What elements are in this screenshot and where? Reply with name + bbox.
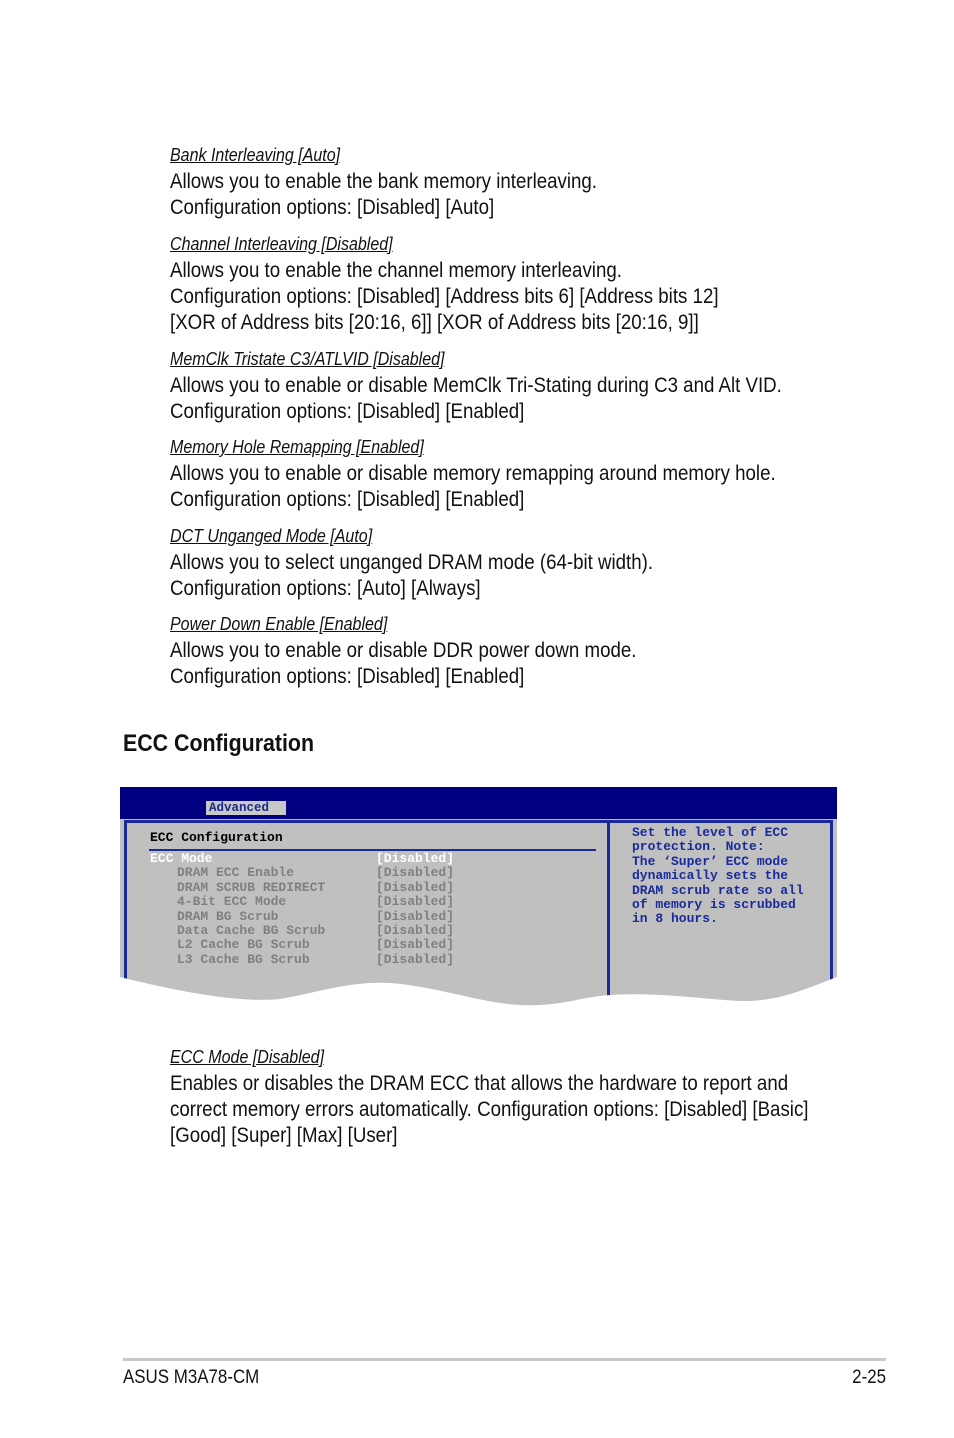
bios-item-value[interactable]: [Disabled]: [376, 909, 454, 924]
section-heading: DCT Unganged Mode [Auto]: [170, 526, 373, 546]
description-line: Allows you to enable or disable memory r…: [170, 462, 776, 485]
section-heading: Channel Interleaving [Disabled]: [170, 234, 393, 254]
section-memclk-tristate: MemClk Tristate C3/ATLVID [Disabled] All…: [170, 347, 782, 425]
footer-divider: [123, 1358, 886, 1361]
bios-item-value[interactable]: [Disabled]: [376, 851, 454, 866]
description-line: Allows you to select unganged DRAM mode …: [170, 551, 654, 574]
bios-item-label[interactable]: Data Cache BG Scrub: [177, 923, 325, 938]
description-line: Allows you to enable the bank memory int…: [170, 170, 597, 193]
description-line: correct memory errors automatically. Con…: [170, 1098, 809, 1121]
description-line: Enables or disables the DRAM ECC that al…: [170, 1072, 789, 1095]
section-heading: ECC Mode [Disabled]: [170, 1047, 325, 1067]
options-line: Configuration options: [Auto] [Always]: [170, 577, 481, 600]
options-line: [XOR of Address bits [20:16, 6]] [XOR of…: [170, 311, 699, 334]
bios-item-value[interactable]: [Disabled]: [376, 865, 454, 880]
section-power-down: Power Down Enable [Enabled] Allows you t…: [170, 612, 636, 690]
options-line: Configuration options: [Disabled] [Enabl…: [170, 665, 525, 688]
bios-item-label[interactable]: DRAM ECC Enable: [177, 865, 294, 880]
bios-screenshot: Advanced ECC Configuration ECC Mode [Disa…: [120, 787, 837, 1009]
options-line: Configuration options: [Disabled] [Enabl…: [170, 400, 525, 423]
section-heading: MemClk Tristate C3/ATLVID [Disabled]: [170, 349, 445, 369]
description-line: Allows you to enable the channel memory …: [170, 259, 622, 282]
footer-page-number: 2-25: [852, 1367, 886, 1388]
bios-item-label[interactable]: 4-Bit ECC Mode: [177, 894, 286, 909]
options-line: Configuration options: [Disabled] [Enabl…: [170, 488, 525, 511]
bios-item-label[interactable]: L2 Cache BG Scrub: [177, 937, 310, 952]
bios-item-label[interactable]: DRAM BG Scrub: [177, 909, 278, 924]
options-line: Configuration options: [Disabled] [Addre…: [170, 285, 719, 308]
bios-panel-title: ECC Configuration: [150, 830, 283, 845]
bios-item-label[interactable]: L3 Cache BG Scrub: [177, 952, 310, 967]
bios-item-value[interactable]: [Disabled]: [376, 880, 454, 895]
section-heading: Power Down Enable [Enabled]: [170, 614, 388, 634]
section-bank-interleaving: Bank Interleaving [Auto] Allows you to e…: [170, 143, 597, 221]
ecc-configuration-title: ECC Configuration: [123, 730, 315, 757]
section-heading: Memory Hole Remapping [Enabled]: [170, 437, 424, 457]
bios-item-label[interactable]: DRAM SCRUB REDIRECT: [177, 880, 325, 895]
bios-item-value[interactable]: [Disabled]: [376, 894, 454, 909]
section-ecc-mode: ECC Mode [Disabled] Enables or disables …: [170, 1045, 808, 1149]
help-text: Set the level of ECC protection. Note: The…: [632, 825, 804, 927]
options-line: Configuration options: [Disabled] [Auto]: [170, 196, 495, 219]
bios-item-value[interactable]: [Disabled]: [376, 952, 454, 967]
section-memory-hole-remapping: Memory Hole Remapping [Enabled] Allows y…: [170, 435, 776, 513]
bios-item-value[interactable]: [Disabled]: [376, 923, 454, 938]
tab-advanced[interactable]: Advanced: [206, 801, 286, 815]
section-dct-unganged: DCT Unganged Mode [Auto] Allows you to s…: [170, 524, 653, 602]
description-line: Allows you to enable or disable DDR powe…: [170, 639, 637, 662]
section-channel-interleaving: Channel Interleaving [Disabled] Allows y…: [170, 232, 719, 336]
options-line: [Good] [Super] [Max] [User]: [170, 1124, 398, 1147]
bios-item-value[interactable]: [Disabled]: [376, 937, 454, 952]
bios-item-label[interactable]: ECC Mode: [150, 851, 212, 866]
description-line: Allows you to enable or disable MemClk T…: [170, 374, 782, 397]
footer-model: ASUS M3A78-CM: [123, 1367, 260, 1388]
section-heading: Bank Interleaving [Auto]: [170, 145, 341, 165]
